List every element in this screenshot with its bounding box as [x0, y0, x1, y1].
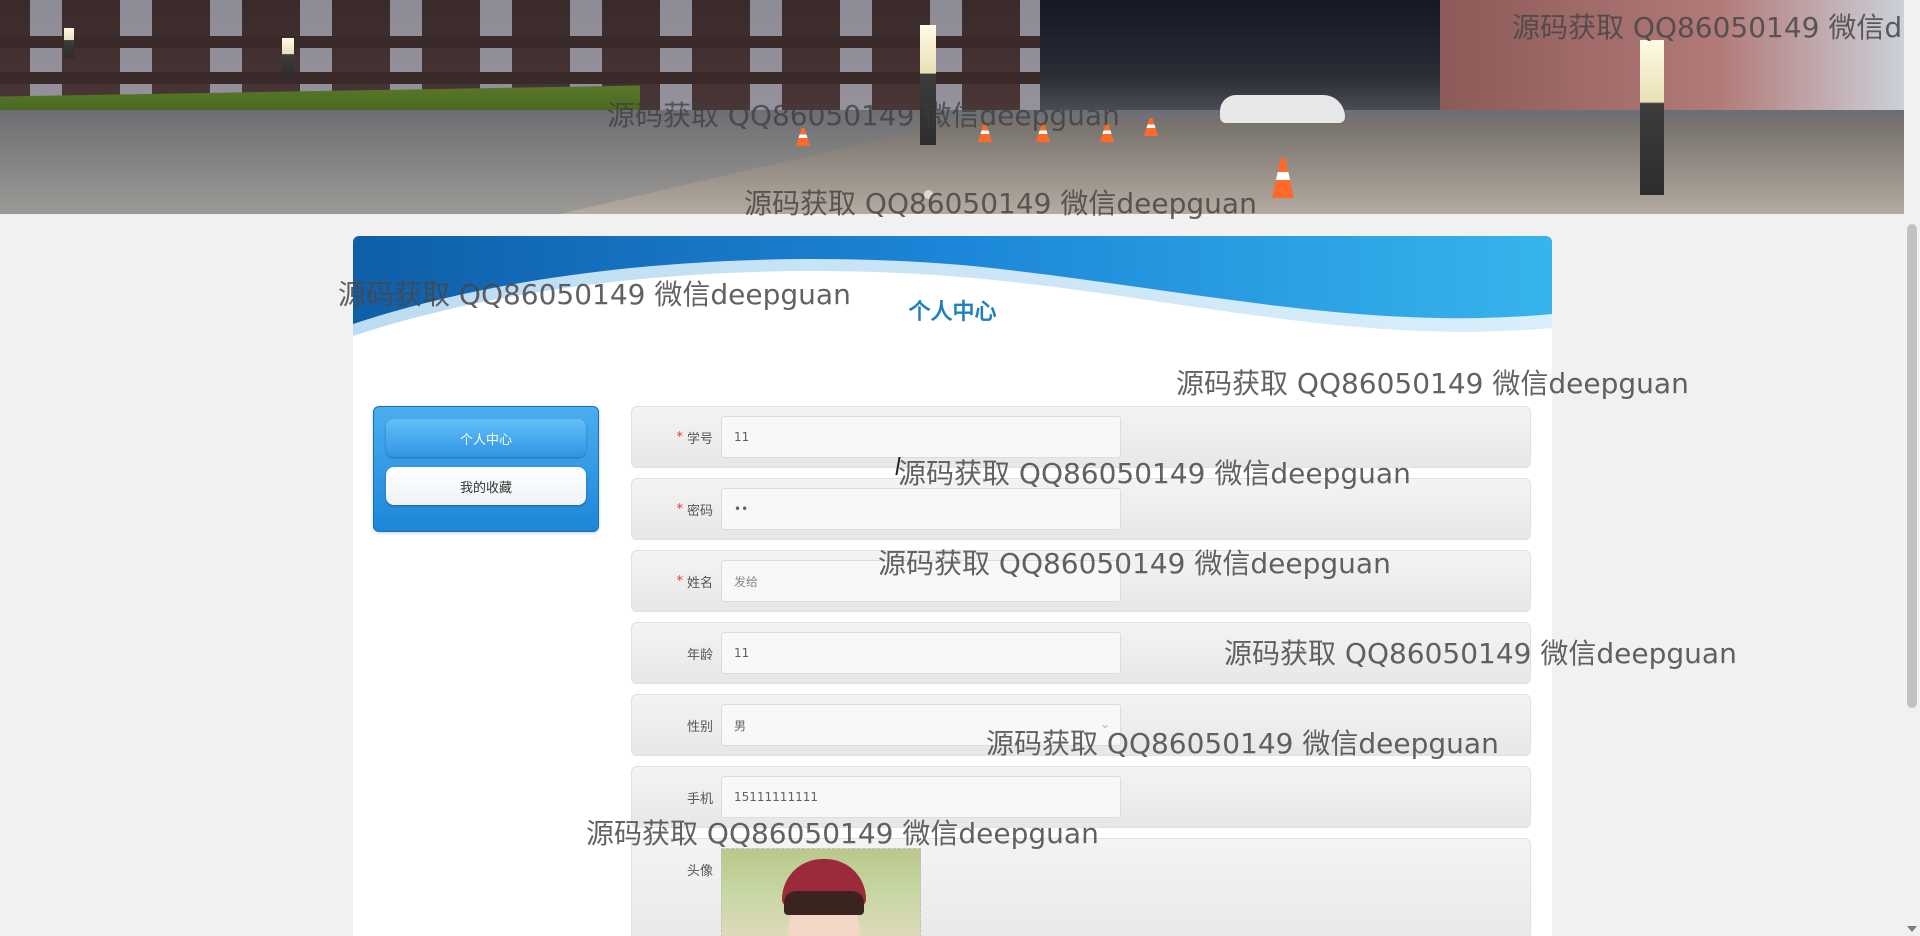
banner-lamp	[64, 28, 74, 58]
required-mark: *	[676, 429, 683, 445]
required-mark: *	[676, 573, 683, 589]
banner-lamp	[920, 25, 936, 145]
banner-lamp	[282, 38, 294, 78]
name-label-text: 姓名	[686, 575, 713, 591]
banner-building-floor	[0, 72, 1040, 84]
page-title: 个人中心	[908, 300, 997, 325]
pager-dot[interactable]	[924, 190, 933, 199]
sidebar-menu: 个人中心 我的收藏	[373, 406, 599, 532]
name-input[interactable]: 发给	[721, 560, 1121, 602]
password-label-text: 密码	[686, 503, 713, 519]
form-row-gender: 性别 男 ⌄	[631, 694, 1531, 756]
student-no-label: * 学号	[631, 406, 713, 468]
gender-select-value: 男	[734, 718, 747, 733]
age-input[interactable]: 11	[721, 632, 1121, 674]
banner-image	[0, 0, 1904, 214]
avatar-label: 头像	[686, 863, 713, 879]
chevron-down-icon: ⌄	[1099, 717, 1110, 731]
phone-input[interactable]: 15111111111	[721, 776, 1121, 818]
avatar-upload[interactable]	[721, 848, 921, 936]
banner-pager	[924, 190, 933, 199]
personal-center-card: 个人中心 个人中心 我的收藏 * 学号 11 * 密码 •• * 姓名 发给 年…	[353, 236, 1552, 936]
form-row-age: 年龄 11	[631, 622, 1531, 684]
form-row-avatar: 头像	[631, 838, 1531, 936]
avatar-photo-hair	[784, 891, 864, 915]
profile-form: * 学号 11 * 密码 •• * 姓名 发给 年龄 11 性别 男 ⌄ 手机 …	[631, 406, 1531, 936]
name-label: * 姓名	[631, 550, 713, 612]
student-no-label-text: 学号	[686, 431, 713, 447]
form-row-phone: 手机 15111111111	[631, 766, 1531, 828]
scrollbar-thumb[interactable]	[1907, 224, 1917, 708]
menu-item-personal-center[interactable]: 个人中心	[386, 419, 586, 457]
gender-label: 性别	[686, 719, 713, 735]
form-row-name: * 姓名 发给	[631, 550, 1531, 612]
phone-label: 手机	[686, 791, 713, 807]
form-row-student-no: * 学号 11	[631, 406, 1531, 468]
scroll-down-arrow-icon[interactable]	[1907, 926, 1917, 932]
age-label: 年龄	[686, 647, 713, 663]
menu-item-my-favorites[interactable]: 我的收藏	[386, 467, 586, 505]
password-input[interactable]: ••	[721, 488, 1121, 530]
banner-building-floor	[0, 36, 1040, 48]
banner-car	[1220, 95, 1345, 123]
student-no-input[interactable]: 11	[721, 416, 1121, 458]
form-row-password: * 密码 ••	[631, 478, 1531, 540]
banner-lamp	[1640, 40, 1664, 195]
gender-select[interactable]: 男 ⌄	[721, 704, 1121, 746]
page-scrollbar[interactable]	[1904, 0, 1920, 936]
required-mark: *	[676, 501, 683, 517]
password-label: * 密码	[631, 478, 713, 540]
